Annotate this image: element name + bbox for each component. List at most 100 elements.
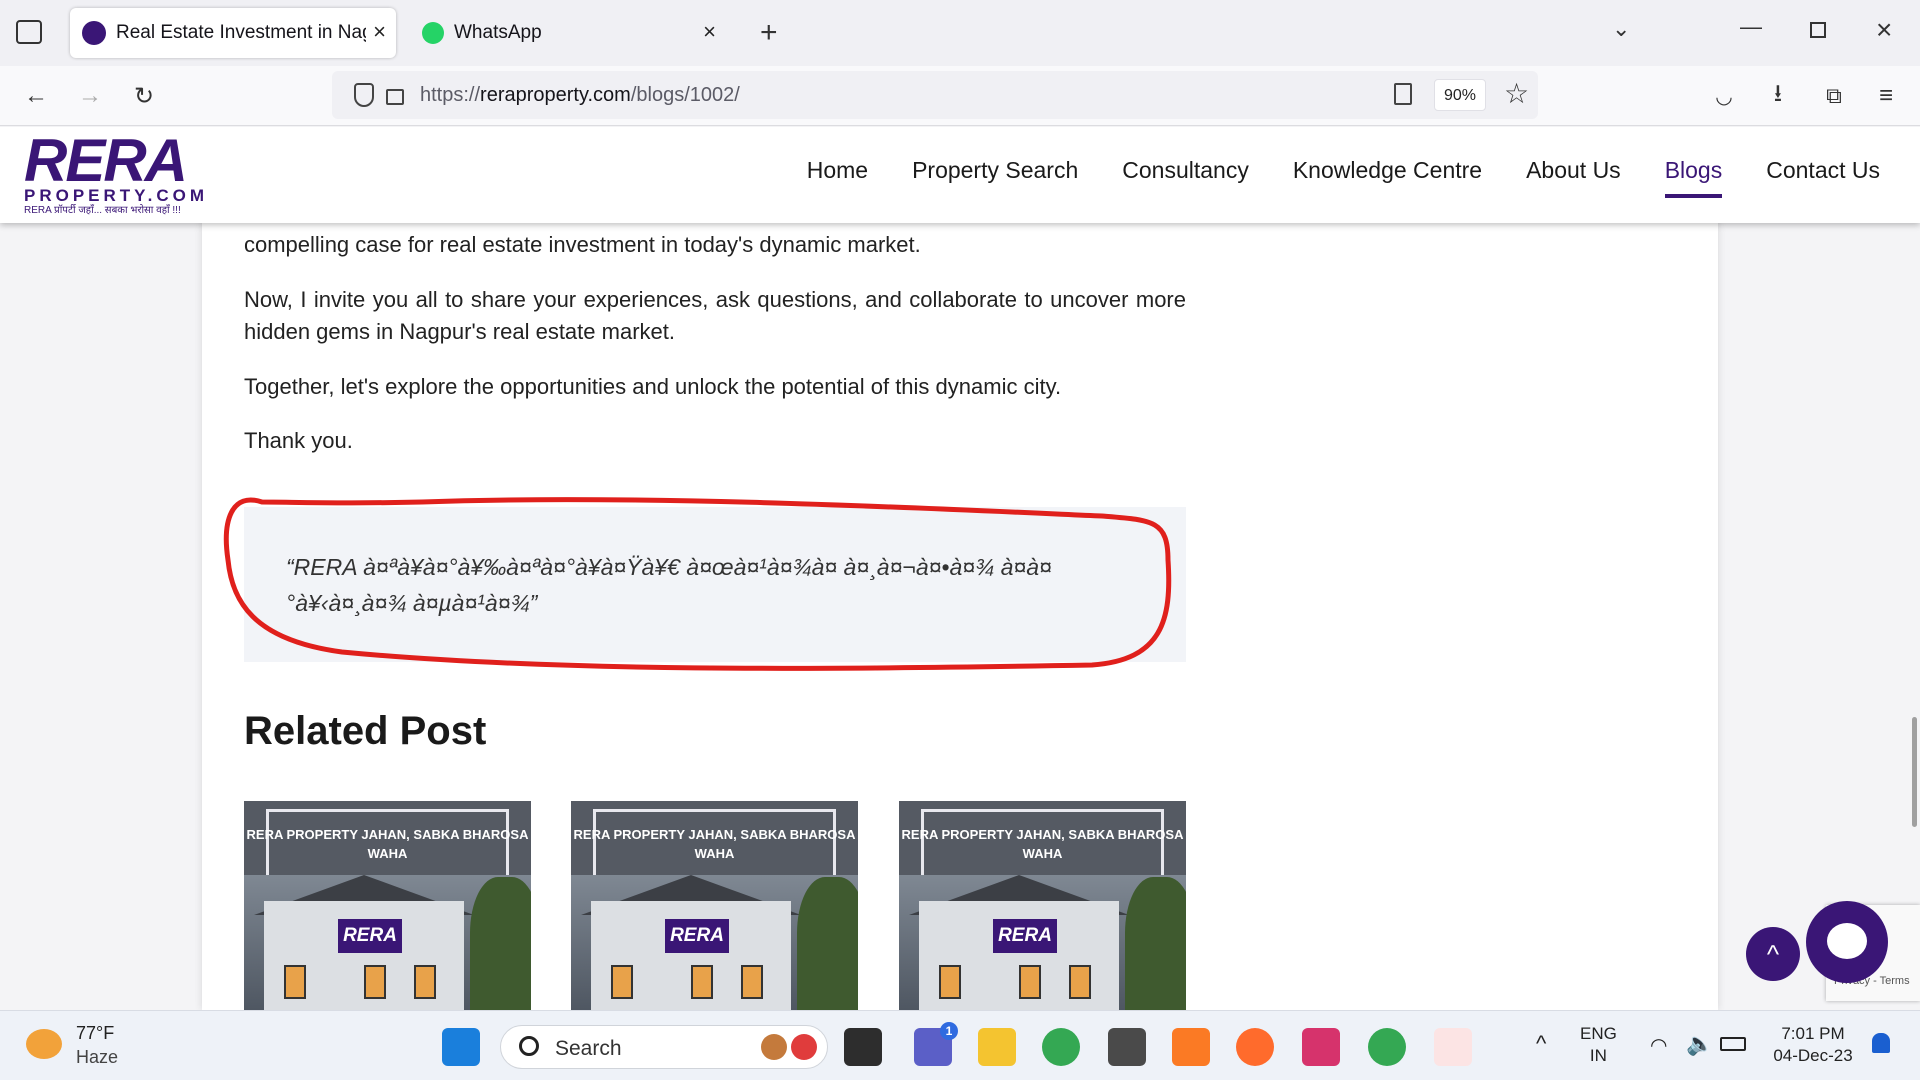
windows-start-icon[interactable] — [442, 1028, 480, 1066]
close-window-icon[interactable]: × — [1876, 14, 1892, 46]
windows-taskbar: 77°F Haze Search 1 ^ ENG IN ◠ 🔈 7:01 PM … — [0, 1010, 1920, 1080]
main-menu: Home Property Search Consultancy Knowled… — [763, 157, 1880, 198]
banner-text: RERA PROPERTY JAHAN, SABKA BHAROSA WAHA — [901, 827, 1184, 861]
article-paragraph: Thank you. — [244, 428, 353, 453]
browser-tab-bar: Real Estate Investment in Nagpur × Whats… — [0, 0, 1920, 66]
tab-rera[interactable]: Real Estate Investment in Nagpur × — [70, 8, 396, 58]
language-indicator[interactable]: ENG IN — [1580, 1023, 1617, 1067]
related-post-card[interactable]: RERA PROPERTY JAHAN, SABKA BHAROSA WAHA … — [571, 801, 858, 1010]
clock[interactable]: 7:01 PM 04-Dec-23 — [1768, 1023, 1858, 1067]
chrome-profile-icon[interactable] — [1368, 1028, 1406, 1066]
tab-whatsapp[interactable]: WhatsApp × — [410, 8, 726, 58]
page-scrollbar[interactable] — [1912, 717, 1917, 827]
tree — [470, 877, 531, 1010]
rera-sign: RERA — [993, 919, 1057, 953]
extensions-icon[interactable]: ⧉ — [1816, 78, 1852, 114]
close-tab-icon[interactable]: × — [373, 21, 386, 43]
back-icon[interactable]: ← — [18, 78, 54, 114]
snipping-tool-icon[interactable] — [1434, 1028, 1472, 1066]
xampp-icon[interactable] — [1172, 1028, 1210, 1066]
article-container: compelling case for real estate investme… — [202, 127, 1718, 1010]
search-label: Search — [555, 1037, 622, 1060]
wifi-icon[interactable]: ◠ — [1650, 1033, 1667, 1058]
battery-icon[interactable] — [1720, 1037, 1746, 1051]
site-header: RERA PROPERTY.COM RERA प्रॉपर्टी जहाँ...… — [0, 127, 1920, 223]
tab-overflow-chevron-icon[interactable]: ⌄ — [1612, 16, 1630, 42]
reader-view-icon[interactable] — [1394, 83, 1412, 105]
wps-office-icon[interactable] — [1302, 1028, 1340, 1066]
pocket-icon[interactable]: ◡ — [1706, 78, 1742, 114]
related-post-heading: Related Post — [244, 709, 487, 753]
url-bar[interactable]: https://reraproperty.com/blogs/1002/ 90%… — [332, 71, 1538, 119]
menu-home[interactable]: Home — [807, 157, 868, 198]
sublime-text-icon[interactable] — [1108, 1028, 1146, 1066]
related-post-card[interactable]: RERA PROPERTY JAHAN, SABKA BHAROSA WAHA … — [244, 801, 531, 1010]
new-tab-icon[interactable]: + — [760, 16, 778, 50]
shield-icon[interactable] — [354, 83, 374, 107]
notification-bell-icon[interactable] — [1872, 1033, 1890, 1053]
menu-about-us[interactable]: About Us — [1526, 157, 1621, 198]
rera-logo[interactable]: RERA PROPERTY.COM RERA प्रॉपर्टी जहाँ...… — [24, 127, 236, 217]
clock-date: 04-Dec-23 — [1773, 1046, 1853, 1065]
chrome-icon[interactable] — [1042, 1028, 1080, 1066]
tab-title: Real Estate Investment in Nagpur — [116, 22, 366, 43]
banner-text: RERA PROPERTY JAHAN, SABKA BHAROSA WAHA — [246, 827, 529, 861]
search-highlight-icon — [791, 1034, 817, 1060]
article-paragraph: Together, let's explore the opportunitie… — [244, 374, 1062, 399]
file-explorer-icon[interactable] — [978, 1028, 1016, 1066]
house-window — [414, 965, 436, 999]
clock-time: 7:01 PM — [1781, 1024, 1845, 1043]
logo-main: RERA — [24, 127, 188, 194]
house-window — [364, 965, 386, 999]
house-window — [611, 965, 633, 999]
teams-badge: 1 — [940, 1022, 958, 1040]
chat-bubble-icon — [1827, 923, 1867, 959]
whatsapp-icon — [422, 22, 444, 44]
quote-text: “RERA à¤ªà¥à¤°à¥‰à¤ªà¤°à¥à¤Ÿà¥€ à¤œà¤¹à¤… — [286, 554, 1052, 616]
zoom-indicator[interactable]: 90% — [1434, 79, 1486, 111]
task-view-icon[interactable] — [844, 1028, 882, 1066]
tray-overflow-chevron-icon[interactable]: ^ — [1536, 1031, 1546, 1057]
bookmark-star-icon[interactable]: ☆ — [1504, 77, 1529, 110]
weather-temp[interactable]: 77°F — [76, 1023, 114, 1044]
tree — [1125, 877, 1186, 1010]
search-icon — [519, 1036, 539, 1056]
rera-sign: RERA — [338, 919, 402, 953]
restore-icon[interactable] — [1810, 22, 1826, 38]
volume-icon[interactable]: 🔈 — [1686, 1031, 1713, 1057]
weather-icon — [26, 1029, 62, 1059]
menu-blogs[interactable]: Blogs — [1664, 157, 1723, 198]
close-tab-icon[interactable]: × — [703, 21, 716, 43]
download-icon[interactable]: ⭳ — [1760, 78, 1796, 114]
house-window — [691, 965, 713, 999]
menu-property-search[interactable]: Property Search — [912, 157, 1078, 198]
logo-tagline: RERA प्रॉपर्टी जहाँ... सबका भरोसा वहाँ !… — [24, 205, 181, 216]
teams-icon[interactable]: 1 — [914, 1022, 958, 1066]
weather-desc[interactable]: Haze — [76, 1047, 118, 1068]
url-text[interactable]: https://reraproperty.com/blogs/1002/ — [420, 84, 740, 107]
menu-consultancy[interactable]: Consultancy — [1122, 157, 1249, 198]
menu-contact-us[interactable]: Contact Us — [1766, 157, 1880, 198]
house-window — [1019, 965, 1041, 999]
menu-knowledge-centre[interactable]: Knowledge Centre — [1293, 157, 1482, 198]
taskbar-search[interactable]: Search — [500, 1025, 828, 1069]
article-paragraph: Now, I invite you all to share your expe… — [244, 287, 1186, 344]
tab-list-icon[interactable] — [16, 20, 42, 44]
blockquote: “RERA à¤ªà¥à¤°à¥‰à¤ªà¤°à¥à¤Ÿà¥€ à¤œà¤¹à¤… — [244, 507, 1186, 662]
chat-button[interactable] — [1806, 901, 1888, 983]
firefox-icon[interactable] — [1236, 1028, 1274, 1066]
menu-icon[interactable]: ≡ — [1868, 78, 1904, 114]
web-page: compelling case for real estate investme… — [0, 127, 1920, 1010]
related-post-card[interactable]: RERA PROPERTY JAHAN, SABKA BHAROSA WAHA … — [899, 801, 1186, 1010]
house-window — [939, 965, 961, 999]
scroll-to-top-button[interactable]: ^ — [1746, 927, 1800, 981]
search-highlight-icon — [761, 1034, 787, 1060]
tab-title: WhatsApp — [454, 22, 542, 43]
forward-icon[interactable]: → — [72, 78, 108, 114]
house-window — [284, 965, 306, 999]
reload-icon[interactable]: ↻ — [126, 78, 162, 114]
lock-icon[interactable] — [386, 89, 404, 105]
tree — [797, 877, 858, 1010]
logo-sub: PROPERTY.COM — [24, 186, 209, 205]
minimize-icon[interactable]: — — [1740, 14, 1762, 40]
